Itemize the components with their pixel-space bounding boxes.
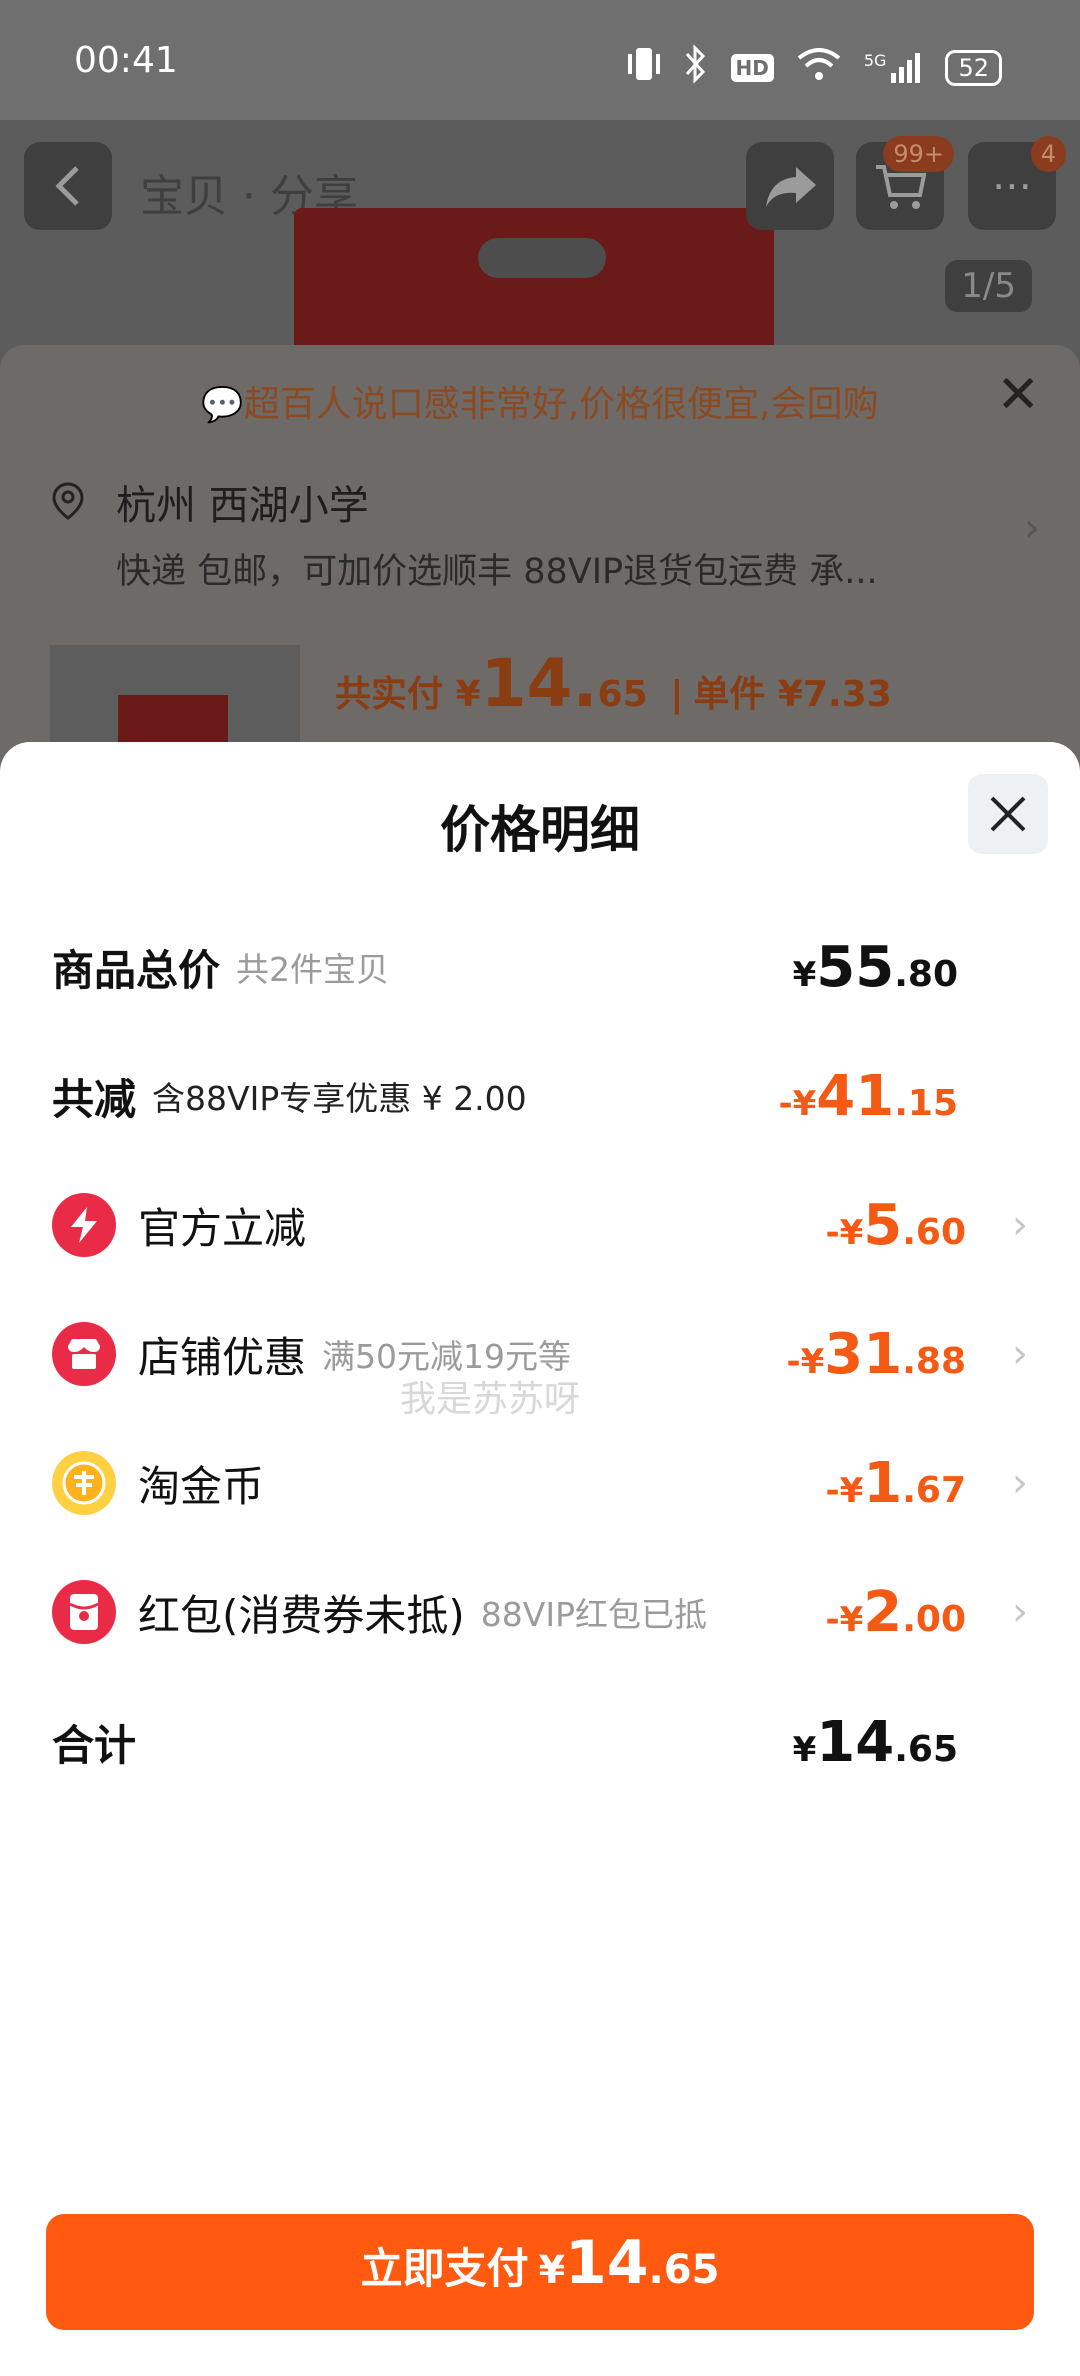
status-time: 00:41 bbox=[74, 40, 178, 81]
row-label: 共减 bbox=[52, 1074, 137, 1124]
red-packet-icon bbox=[52, 1580, 116, 1644]
row-label: 商品总价 bbox=[52, 945, 221, 995]
row-amount: -¥ 31.88 bbox=[786, 1321, 967, 1387]
share-button[interactable] bbox=[746, 142, 834, 230]
chevron-right-icon: › bbox=[1012, 1331, 1028, 1377]
chevron-left-icon bbox=[55, 166, 79, 206]
location-icon bbox=[52, 482, 84, 520]
row-amount: -¥ 2.00 bbox=[825, 1579, 966, 1645]
close-icon[interactable]: ✕ bbox=[996, 365, 1040, 425]
status-bar: 00:41 HD 5G 52 bbox=[0, 0, 1080, 120]
row-label: 店铺优惠 bbox=[138, 1332, 307, 1382]
sheet-title: 价格明细 bbox=[440, 801, 640, 859]
hd-icon: HD bbox=[730, 53, 774, 82]
row-label: 淘金币 bbox=[138, 1461, 265, 1511]
share-icon bbox=[766, 167, 816, 207]
chevron-right-icon: › bbox=[1012, 1460, 1028, 1506]
total-paid: 共实付 ¥14.65 | 单件 ¥7.33 bbox=[335, 645, 892, 722]
pay-label: 立即支付 bbox=[360, 2244, 529, 2293]
wifi-icon bbox=[796, 46, 842, 89]
row-amount: -¥ 1.67 bbox=[825, 1450, 966, 1516]
review-banner: 💬超百人说口感非常好,价格很便宜,会回购 bbox=[201, 384, 879, 425]
close-button[interactable] bbox=[968, 774, 1048, 854]
bluetooth-icon bbox=[683, 44, 709, 91]
grand-total-row: 合计 ¥14.65 bbox=[52, 1702, 1028, 1782]
row-note: 88VIP红包已抵 bbox=[480, 1595, 707, 1634]
row-note: 共2件宝贝 bbox=[236, 950, 390, 989]
row-amount: -¥ 5.60 bbox=[825, 1192, 966, 1258]
row-amount: ¥14.65 bbox=[792, 1709, 958, 1775]
back-button[interactable] bbox=[24, 142, 112, 230]
red-packet-row[interactable]: 红包(消费券未抵) 88VIP红包已抵 -¥ 2.00 › bbox=[52, 1572, 1028, 1652]
close-icon bbox=[990, 796, 1026, 832]
official-discount-row[interactable]: 官方立减 -¥ 5.60 › bbox=[52, 1185, 1028, 1265]
row-label: 官方立减 bbox=[138, 1203, 307, 1253]
row-amount: -¥ 41.15 bbox=[778, 1063, 959, 1129]
coin-icon bbox=[52, 1451, 116, 1515]
status-icons: HD 5G 52 bbox=[627, 44, 1002, 91]
chevron-right-icon: › bbox=[1012, 1589, 1028, 1635]
row-label: 红包(消费券未抵) bbox=[138, 1590, 465, 1640]
order-sheet-background: 💬超百人说口感非常好,价格很便宜,会回购 ✕ 杭州 西湖小学 快递 包邮，可加价… bbox=[0, 345, 1080, 805]
delivery-location[interactable]: 杭州 西湖小学 bbox=[116, 473, 369, 531]
chat-icon: 💬 bbox=[201, 385, 244, 425]
watermark-text: 我是苏苏呀 bbox=[400, 1379, 581, 1420]
row-note: 含88VIP专享优惠 ¥ 2.00 bbox=[152, 1079, 527, 1118]
chevron-right-icon: › bbox=[1012, 1202, 1028, 1248]
image-pager: 1/5 bbox=[945, 260, 1032, 312]
more-badge: 4 bbox=[1030, 136, 1066, 172]
vibrate-icon bbox=[627, 44, 661, 91]
battery-indicator: 52 bbox=[945, 49, 1002, 86]
row-label: 合计 bbox=[52, 1720, 137, 1770]
subtotal-row: 商品总价 共2件宝贝 ¥55.80 bbox=[52, 927, 1028, 1007]
shipping-info: 快递 包邮，可加价选顺丰 88VIP退货包运费 承... bbox=[116, 552, 878, 592]
chevron-right-icon: › bbox=[1024, 505, 1040, 551]
lightning-icon bbox=[52, 1193, 116, 1257]
more-button[interactable]: ⋯ 4 bbox=[968, 136, 1066, 230]
taojinbi-row[interactable]: 淘金币 -¥ 1.67 › bbox=[52, 1443, 1028, 1523]
more-icon: ⋯ bbox=[992, 163, 1032, 209]
cart-badge: 99+ bbox=[883, 136, 954, 172]
signal-icon: 5G bbox=[864, 51, 924, 85]
pay-now-button[interactable]: 立即支付 ¥14.65 bbox=[46, 2214, 1034, 2330]
price-detail-sheet: 价格明细 商品总价 共2件宝贝 ¥55.80 共减 含88VIP专享优惠 ¥ 2… bbox=[0, 742, 1080, 2376]
cart-button[interactable]: 99+ bbox=[856, 136, 954, 230]
shop-icon bbox=[52, 1322, 116, 1386]
total-discount-row: 共减 含88VIP专享优惠 ¥ 2.00 -¥ 41.15 bbox=[52, 1056, 1028, 1136]
row-amount: ¥55.80 bbox=[792, 934, 958, 1000]
